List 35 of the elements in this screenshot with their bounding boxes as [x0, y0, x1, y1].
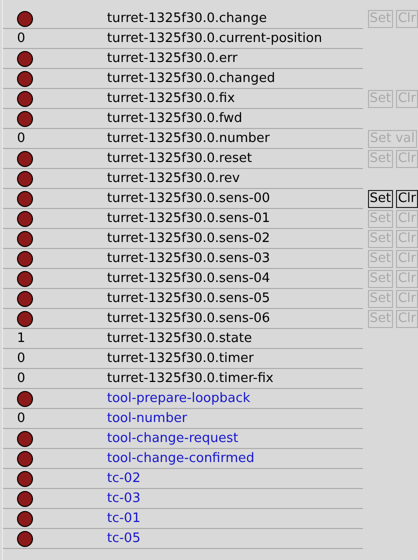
signal-name: tc-03 — [107, 490, 140, 506]
value-text: 0 — [17, 370, 26, 386]
pin-name: turret-1325f30.0.fwd — [107, 110, 242, 126]
signal-name: tool-change-confirmed — [107, 450, 254, 466]
signal-name: tool-change-request — [107, 430, 238, 446]
value-text: 0 — [17, 410, 26, 426]
value-text: 0 — [17, 130, 26, 146]
value-text: 0 — [17, 30, 26, 46]
value-text: 0 — [17, 350, 26, 366]
pin-name: turret-1325f30.0.reset — [107, 150, 252, 166]
pin-name: turret-1325f30.0.sens-04 — [107, 270, 270, 286]
signal-name: tc-02 — [107, 470, 140, 486]
row-button[interactable]: Clr — [396, 190, 418, 208]
row-button[interactable]: Set — [368, 190, 393, 208]
pin-name: turret-1325f30.0.timer-fix — [107, 370, 274, 386]
pin-name: turret-1325f30.0.sens-00 — [107, 190, 270, 206]
pin-name: turret-1325f30.0.sens-01 — [107, 210, 270, 226]
pin-name: turret-1325f30.0.fix — [107, 90, 235, 106]
signal-name: tool-number — [107, 410, 188, 426]
pin-name: turret-1325f30.0.sens-02 — [107, 230, 270, 246]
pin-name: turret-1325f30.0.number — [107, 130, 270, 146]
pin-name: turret-1325f30.0.sens-05 — [107, 290, 270, 306]
pin-name: turret-1325f30.0.change — [107, 10, 267, 26]
value-text: 1 — [17, 330, 26, 346]
signal-name: tc-01 — [107, 510, 140, 526]
signal-name: tool-prepare-loopback — [107, 390, 250, 406]
pin-name: turret-1325f30.0.timer — [107, 350, 254, 366]
pin-name: turret-1325f30.0.state — [107, 330, 252, 346]
pin-name: turret-1325f30.0.err — [107, 50, 238, 66]
pin-name: turret-1325f30.0.current-position — [107, 30, 322, 46]
pin-name: turret-1325f30.0.rev — [107, 170, 240, 186]
signal-name: tc-05 — [107, 530, 140, 546]
pin-name: turret-1325f30.0.sens-03 — [107, 250, 270, 266]
pin-name: turret-1325f30.0.sens-06 — [107, 310, 270, 326]
pin-name: turret-1325f30.0.changed — [107, 70, 276, 86]
